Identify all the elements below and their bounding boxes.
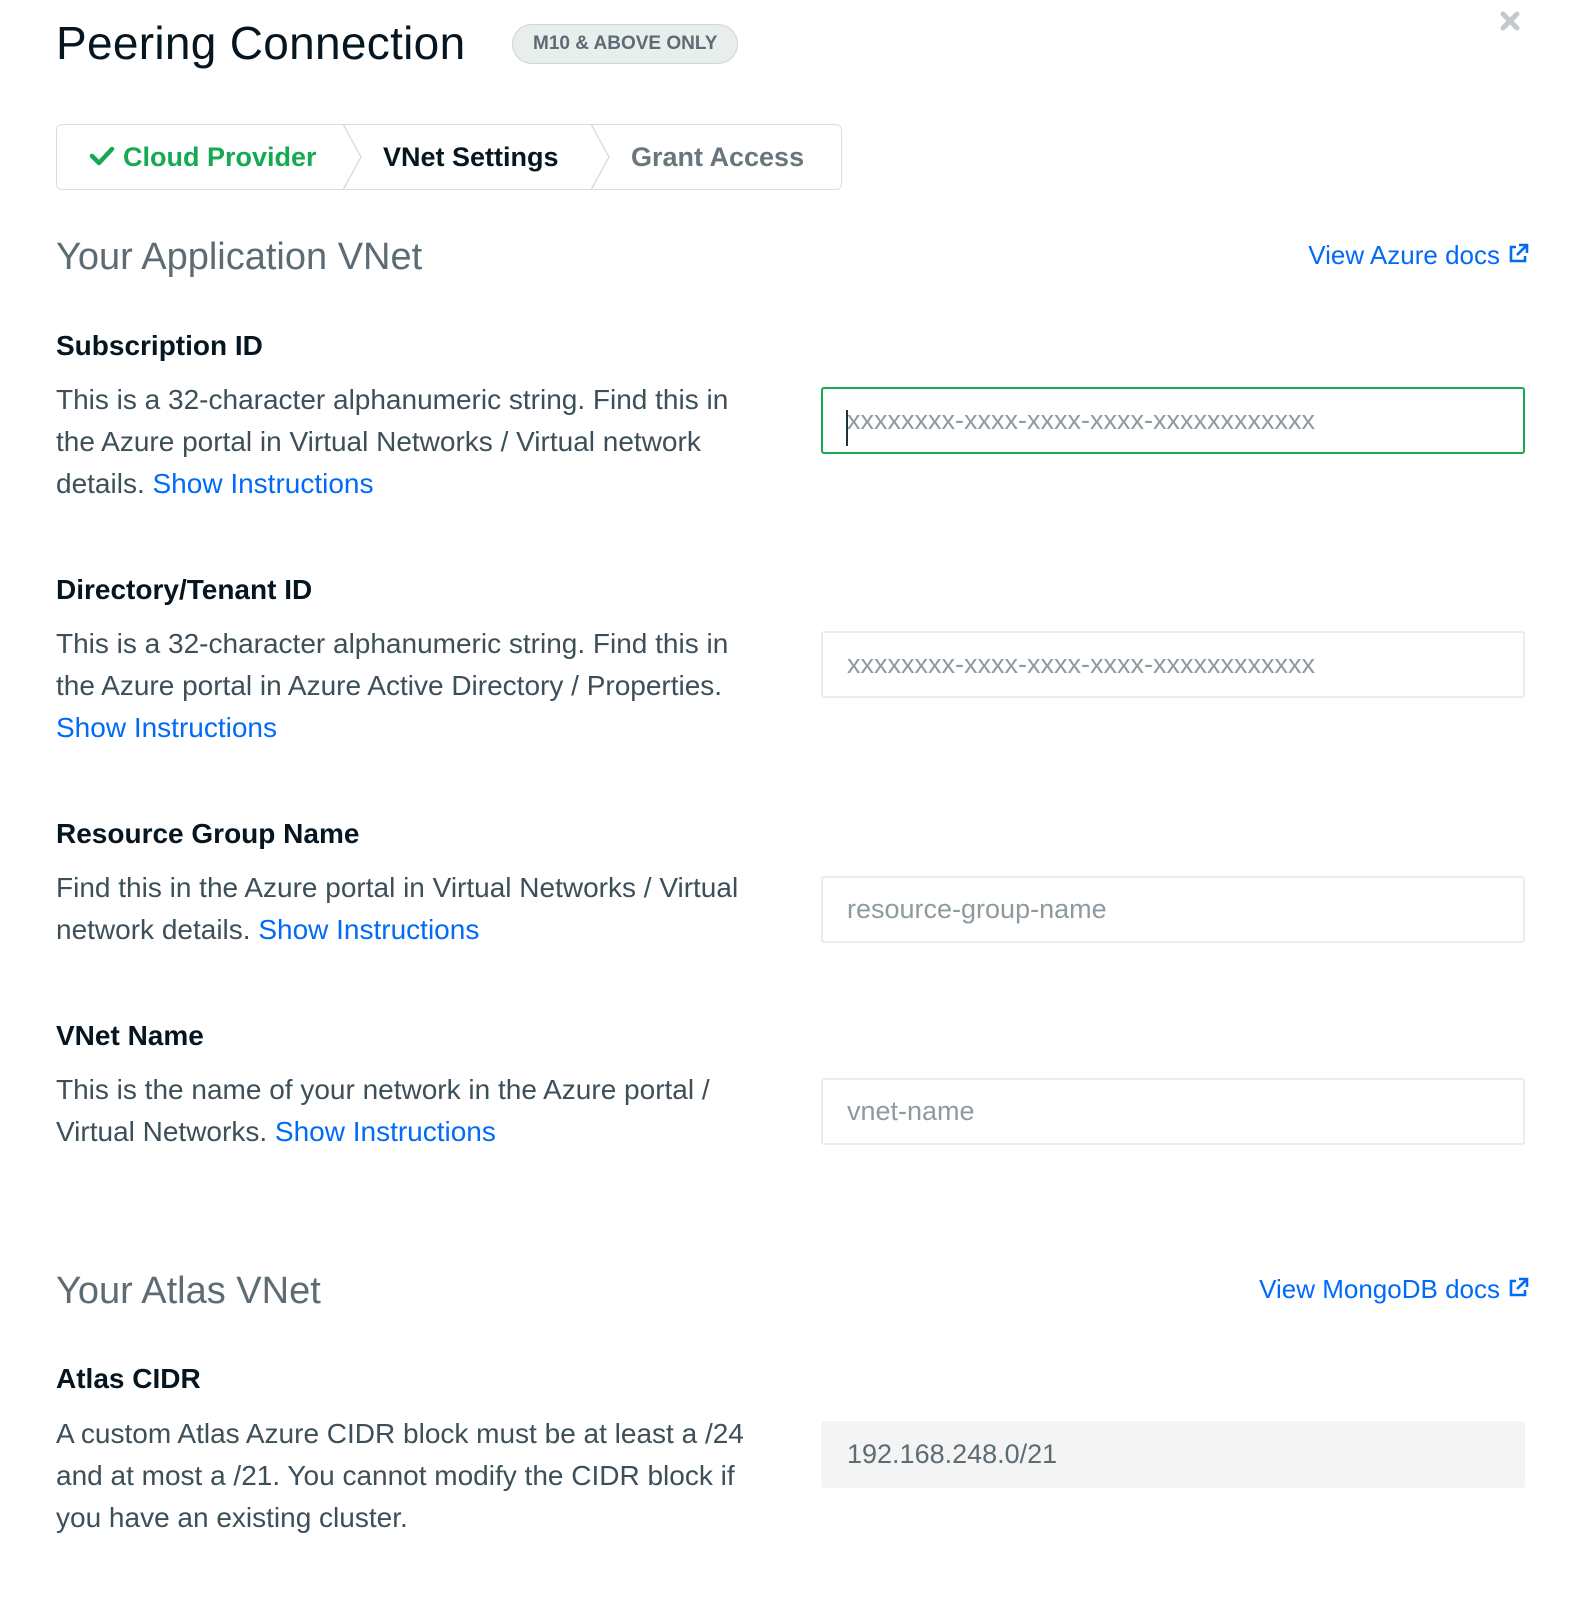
text-cursor <box>846 410 848 446</box>
step-divider-icon <box>591 124 610 190</box>
resource-group-label: Resource Group Name <box>56 818 360 849</box>
resource-group-description: Find this in the Azure portal in Virtual… <box>56 867 756 951</box>
show-instructions-link[interactable]: Show Instructions <box>56 712 277 743</box>
external-link-icon <box>1509 243 1529 263</box>
peering-connection-modal: Peering Connection M10 & ABOVE ONLY Clou… <box>0 0 1572 1616</box>
resource-group-input[interactable] <box>821 876 1525 943</box>
subscription-id-input[interactable] <box>821 387 1525 454</box>
atlas-cidr-input[interactable] <box>821 1421 1525 1488</box>
step-grant-access[interactable]: Grant Access <box>631 125 804 189</box>
atlas-cidr-label: Atlas CIDR <box>56 1363 201 1394</box>
step-label: Cloud Provider <box>123 142 317 172</box>
tenant-id-label: Directory/Tenant ID <box>56 574 313 605</box>
step-divider-icon <box>343 124 362 190</box>
subscription-id-description: This is a 32-character alphanumeric stri… <box>56 379 756 505</box>
show-instructions-link[interactable]: Show Instructions <box>275 1116 496 1147</box>
docs-link-label: View Azure docs <box>1308 240 1500 270</box>
section-title-atlas-vnet: Your Atlas VNet <box>56 1270 321 1312</box>
vnet-name-input[interactable] <box>821 1078 1525 1145</box>
step-label: VNet Settings <box>383 142 559 172</box>
close-icon[interactable] <box>1495 6 1525 36</box>
subscription-id-label: Subscription ID <box>56 330 263 361</box>
external-link-icon <box>1509 1277 1529 1297</box>
step-cloud-provider[interactable]: Cloud Provider <box>89 125 317 189</box>
view-mongodb-docs-link[interactable]: View MongoDB docs <box>1259 1274 1530 1305</box>
show-instructions-link[interactable]: Show Instructions <box>153 468 374 499</box>
tier-badge: M10 & ABOVE ONLY <box>512 24 739 64</box>
step-vnet-settings[interactable]: VNet Settings <box>383 125 559 189</box>
docs-link-label: View MongoDB docs <box>1259 1274 1500 1304</box>
vnet-name-description: This is the name of your network in the … <box>56 1069 756 1153</box>
page-title: Peering Connection <box>56 17 466 69</box>
wizard-steps: Cloud Provider VNet Settings Grant Acces… <box>56 124 842 190</box>
tenant-id-description: This is a 32-character alphanumeric stri… <box>56 623 756 749</box>
description-text: This is a 32-character alphanumeric stri… <box>56 628 729 701</box>
vnet-name-label: VNet Name <box>56 1020 204 1051</box>
tenant-id-input[interactable] <box>821 631 1525 698</box>
section-title-application-vnet: Your Application VNet <box>56 236 423 278</box>
view-azure-docs-link[interactable]: View Azure docs <box>1308 240 1530 271</box>
atlas-cidr-description: A custom Atlas Azure CIDR block must be … <box>56 1418 744 1533</box>
show-instructions-link[interactable]: Show Instructions <box>258 914 479 945</box>
check-icon <box>89 146 115 166</box>
step-label: Grant Access <box>631 142 805 172</box>
